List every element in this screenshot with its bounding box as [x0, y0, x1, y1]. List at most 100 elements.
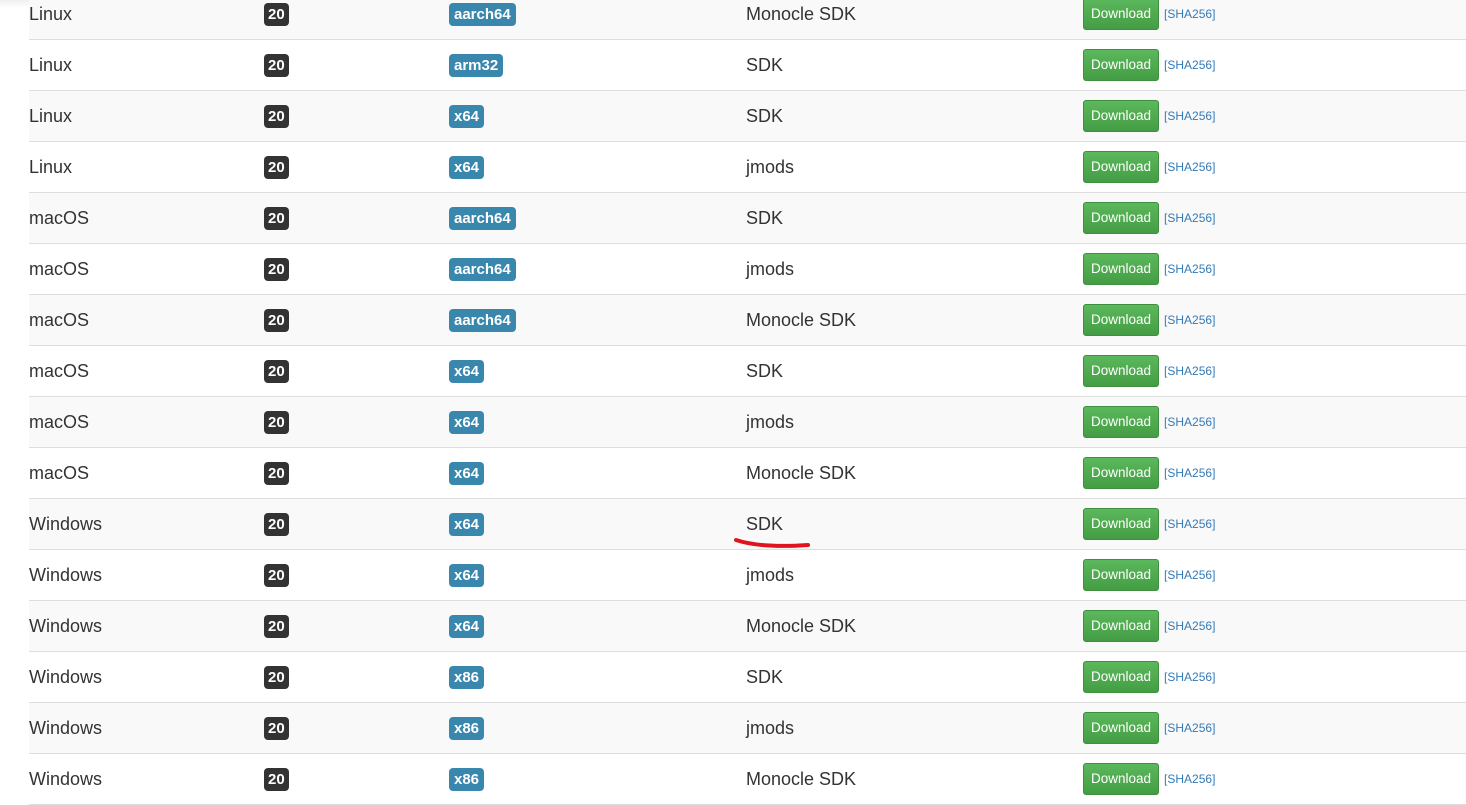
os-cell: Linux	[29, 40, 72, 90]
os-label: macOS	[29, 360, 90, 381]
download-button[interactable]: Download	[1083, 49, 1160, 81]
download-cell: Download [SHA256]	[1083, 601, 1215, 651]
sha256-link[interactable]: [SHA256]	[1164, 568, 1215, 582]
package-label: SDK	[746, 513, 784, 534]
sha256-link[interactable]: [SHA256]	[1164, 670, 1215, 684]
version-badge: 20	[264, 155, 289, 179]
os-cell: macOS	[29, 295, 89, 345]
download-button[interactable]: Download	[1083, 406, 1160, 438]
table-row: Linux 20 x64 jmods Download [SHA256]	[29, 142, 1466, 193]
version-cell: 20	[264, 40, 289, 90]
package-label: Monocle SDK	[746, 462, 857, 483]
version-badge: 20	[264, 257, 289, 281]
os-label: Linux	[29, 54, 73, 75]
arch-badge: x86	[449, 767, 485, 791]
version-cell: 20	[264, 142, 289, 192]
arch-cell: x64	[449, 448, 485, 498]
download-button[interactable]: Download	[1083, 304, 1160, 336]
download-button[interactable]: Download	[1083, 610, 1160, 642]
arch-cell: x64	[449, 499, 485, 549]
os-cell: macOS	[29, 448, 89, 498]
arch-cell: aarch64	[449, 193, 516, 243]
sha256-link[interactable]: [SHA256]	[1164, 772, 1215, 786]
download-button[interactable]: Download	[1083, 712, 1160, 744]
package-label: SDK	[746, 105, 784, 126]
os-cell: Windows	[29, 652, 102, 702]
download-cell: Download [SHA256]	[1083, 193, 1215, 243]
arch-badge: x64	[449, 104, 485, 128]
download-button[interactable]: Download	[1083, 559, 1160, 591]
sha256-link[interactable]: [SHA256]	[1164, 262, 1215, 276]
sha256-link[interactable]: [SHA256]	[1164, 364, 1215, 378]
download-cell: Download [SHA256]	[1083, 550, 1215, 600]
download-button[interactable]: Download	[1083, 202, 1160, 234]
os-label: Windows	[29, 615, 103, 636]
table-row: Linux 20 x64 SDK Download [SHA256]	[29, 91, 1466, 142]
download-button[interactable]: Download	[1083, 355, 1160, 387]
download-cell: Download [SHA256]	[1083, 754, 1215, 804]
sha256-link[interactable]: [SHA256]	[1164, 211, 1215, 225]
arch-badge: x86	[449, 716, 485, 740]
download-button[interactable]: Download	[1083, 661, 1160, 693]
version-cell: 20	[264, 0, 289, 39]
version-cell: 20	[264, 346, 289, 396]
download-button[interactable]: Download	[1083, 100, 1160, 132]
version-badge: 20	[264, 767, 289, 791]
os-label: Windows	[29, 564, 103, 585]
version-cell: 20	[264, 244, 289, 294]
sha256-link[interactable]: [SHA256]	[1164, 517, 1215, 531]
table-row: macOS 20 x64 jmods Download [SHA256]	[29, 397, 1466, 448]
download-cell: Download [SHA256]	[1083, 91, 1215, 141]
version-cell: 20	[264, 193, 289, 243]
version-badge: 20	[264, 614, 289, 638]
package-label: jmods	[746, 564, 795, 585]
version-badge: 20	[264, 359, 289, 383]
download-button[interactable]: Download	[1083, 253, 1160, 285]
os-label: Linux	[29, 156, 73, 177]
download-button[interactable]: Download	[1083, 763, 1160, 795]
sha256-link[interactable]: [SHA256]	[1164, 160, 1215, 174]
arch-cell: x86	[449, 652, 485, 702]
os-cell: macOS	[29, 244, 89, 294]
arch-badge: x64	[449, 155, 485, 179]
package-cell: SDK	[746, 91, 783, 141]
sha256-link[interactable]: [SHA256]	[1164, 58, 1215, 72]
arch-cell: x64	[449, 346, 485, 396]
table-row: Windows 20 x64 SDK Download [SHA256]	[29, 499, 1466, 550]
sha256-link[interactable]: [SHA256]	[1164, 721, 1215, 735]
arch-cell: aarch64	[449, 244, 516, 294]
sha256-link[interactable]: [SHA256]	[1164, 415, 1215, 429]
sha256-link[interactable]: [SHA256]	[1164, 109, 1215, 123]
download-button[interactable]: Download	[1083, 0, 1160, 30]
os-label: macOS	[29, 258, 90, 279]
arch-badge: aarch64	[449, 308, 516, 332]
download-cell: Download [SHA256]	[1083, 499, 1215, 549]
version-cell: 20	[264, 703, 289, 753]
sha256-link[interactable]: [SHA256]	[1164, 7, 1215, 21]
package-label: SDK	[746, 666, 784, 687]
download-cell: Download [SHA256]	[1083, 244, 1215, 294]
table-row: Windows 20 x64 jmods Download [SHA256]	[29, 550, 1466, 601]
table-row: macOS 20 aarch64 Monocle SDK Download [SHA256…	[29, 295, 1466, 346]
package-label: Monocle SDK	[746, 768, 857, 789]
download-cell: Download [SHA256]	[1083, 652, 1215, 702]
package-cell: SDK	[746, 193, 783, 243]
table-row: Windows 20 x86 Monocle SDK Download [SHA256]	[29, 754, 1466, 805]
download-button[interactable]: Download	[1083, 151, 1160, 183]
version-badge: 20	[264, 716, 289, 740]
arch-badge: aarch64	[449, 2, 516, 26]
sha256-link[interactable]: [SHA256]	[1164, 466, 1215, 480]
arch-badge: x64	[449, 614, 485, 638]
table-row: Windows 20 x86 SDK Download [SHA256]	[29, 652, 1466, 703]
os-cell: macOS	[29, 193, 89, 243]
package-cell: SDK	[746, 652, 783, 702]
sha256-link[interactable]: [SHA256]	[1164, 313, 1215, 327]
arch-badge: x64	[449, 563, 485, 587]
os-cell: Linux	[29, 142, 72, 192]
package-label: jmods	[746, 411, 795, 432]
sha256-link[interactable]: [SHA256]	[1164, 619, 1215, 633]
os-label: Linux	[29, 3, 73, 24]
download-button[interactable]: Download	[1083, 508, 1160, 540]
table-row: macOS 20 x64 SDK Download [SHA256]	[29, 346, 1466, 397]
download-button[interactable]: Download	[1083, 457, 1160, 489]
